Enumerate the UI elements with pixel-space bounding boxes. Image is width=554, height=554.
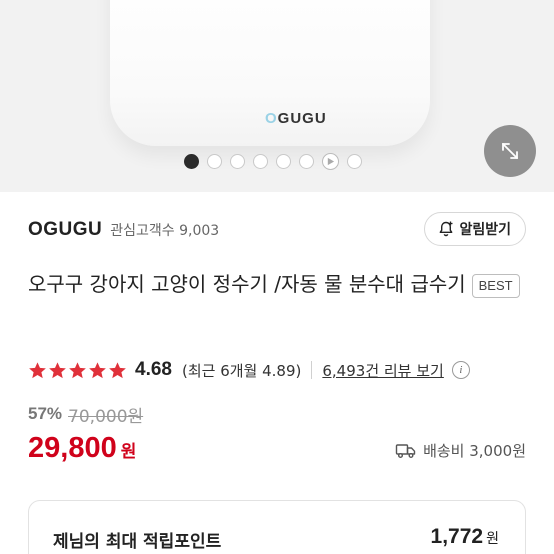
carousel-dot[interactable]	[230, 154, 245, 169]
alarm-button-label: 알림받기	[459, 222, 511, 238]
info-icon[interactable]: i	[451, 361, 470, 379]
points-value: 1,772 원	[431, 525, 499, 549]
star-icon	[89, 361, 106, 378]
star-icon	[29, 361, 46, 378]
carousel-indicators	[184, 153, 362, 170]
brand-row: OGUGU 관심고객수 9,003 알림받기	[28, 212, 526, 248]
points-unit: 원	[486, 531, 499, 547]
rating-value: 4.68	[135, 359, 172, 380]
product-title: 오구구 강아지 고양이 정수기 /자동 물 분수대 급수기 BEST	[28, 268, 526, 301]
carousel-dot[interactable]	[207, 154, 222, 169]
points-box[interactable]: 제님의 최대 적립포인트 1,772 원	[28, 500, 526, 554]
truck-icon	[395, 443, 416, 458]
points-label: 제님의 최대 적립포인트	[53, 532, 222, 552]
rating-row: 4.68 (최근 6개월 4.89) 6,493건 리뷰 보기 i	[28, 356, 526, 384]
brand-name[interactable]: OGUGU	[28, 219, 102, 241]
carousel-dot[interactable]	[299, 154, 314, 169]
shipping-info: 배송비 3,000원	[395, 440, 526, 461]
discount-row: 57% 70,000원	[28, 402, 144, 427]
original-price: 70,000원	[68, 406, 144, 427]
sale-price: 29,800	[28, 432, 117, 464]
product-image-carousel[interactable]: OGUGU	[0, 0, 554, 192]
play-icon	[327, 157, 335, 166]
carousel-video-dot[interactable]	[322, 153, 339, 170]
rating-stars	[28, 361, 127, 380]
review-link[interactable]: 6,493건 리뷰 보기	[322, 360, 443, 381]
best-badge: BEST	[471, 273, 520, 298]
carousel-dot[interactable]	[253, 154, 268, 169]
bell-plus-icon	[440, 221, 453, 237]
currency-unit: 원	[120, 442, 137, 462]
star-icon	[49, 361, 66, 378]
brand-followers: 관심고객수 9,003	[110, 223, 220, 239]
star-icon	[69, 361, 86, 378]
divider	[311, 361, 313, 379]
alarm-button[interactable]: 알림받기	[424, 212, 526, 246]
star-icon	[109, 361, 126, 378]
price-row: 29,800 원	[28, 432, 136, 472]
expand-image-button[interactable]	[484, 125, 536, 177]
carousel-dot[interactable]	[347, 154, 362, 169]
device-logo: OGUGU	[265, 110, 327, 127]
expand-icon	[502, 143, 518, 159]
discount-rate: 57%	[28, 404, 63, 423]
product-title-text: 오구구 강아지 고양이 정수기 /자동 물 분수대 급수기	[28, 272, 466, 296]
carousel-dot[interactable]	[184, 154, 199, 169]
carousel-dot[interactable]	[276, 154, 291, 169]
shipping-text: 배송비 3,000원	[423, 442, 526, 460]
points-amount: 1,772	[430, 525, 484, 548]
rating-recent: (최근 6개월 4.89)	[181, 361, 302, 380]
